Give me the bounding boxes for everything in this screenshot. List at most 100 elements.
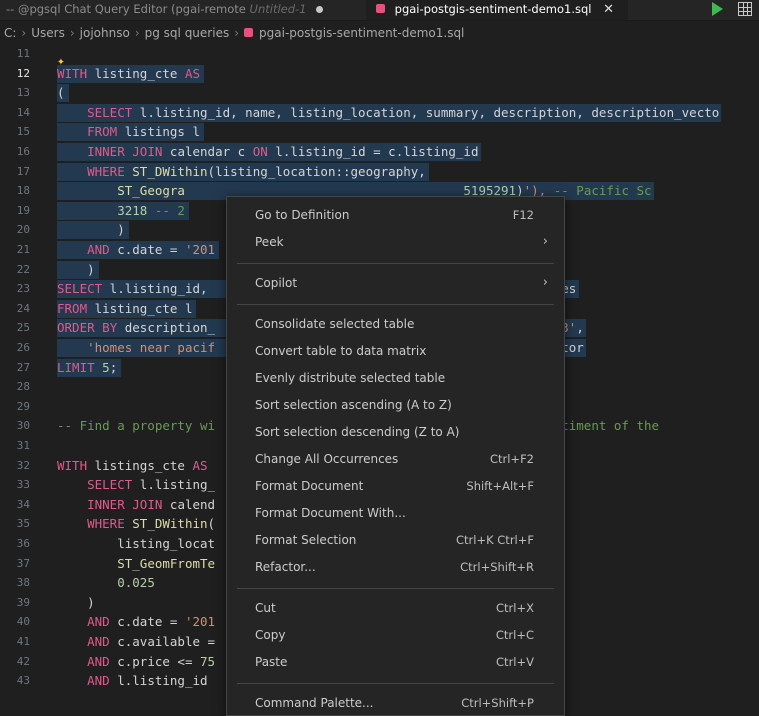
context-menu: Go to Definition F12 Peek › Copilot › Consolid… xyxy=(226,196,565,716)
breadcrumb-file[interactable]: pgai-postgis-sentiment-demo1.sql xyxy=(259,26,464,40)
breadcrumb-drive[interactable]: C: xyxy=(4,26,16,40)
code-text: LIMIT 5; xyxy=(57,359,118,375)
sql-file-icon xyxy=(376,4,385,13)
code-line[interactable]: 13 ( xyxy=(0,83,759,103)
menu-item-refactor[interactable]: Refactor... Ctrl+Shift+R xyxy=(227,555,564,579)
code-text: AND c.available = xyxy=(87,634,216,649)
code-text: FROM listings l xyxy=(87,124,201,140)
menu-item-shortcut: Ctrl+Shift+R xyxy=(460,560,534,574)
code-text: WHERE ST_DWithin(listing_location::geogr… xyxy=(87,163,426,179)
line-number: 28 xyxy=(16,380,30,394)
code-line[interactable]: 11 xyxy=(0,44,759,64)
menu-item-peek[interactable]: Peek › xyxy=(227,230,564,254)
menu-item-shortcut: F12 xyxy=(512,208,534,222)
code-text: ) xyxy=(57,222,125,238)
menu-item-shortcut: Ctrl+X xyxy=(496,601,534,615)
code-text: ST_GeomFromTe xyxy=(117,555,216,571)
menu-item-label: Go to Definition xyxy=(255,208,350,222)
line-number: 38 xyxy=(16,576,30,590)
menu-item-copilot[interactable]: Copilot › xyxy=(227,271,564,295)
menu-item-label: Format Document With... xyxy=(255,506,406,520)
code-text: ) xyxy=(57,261,95,277)
breadcrumb: C: › Users › jojohnso › pg sql queries › pgai-po… xyxy=(0,22,759,44)
menu-item-label: Evenly distribute selected table xyxy=(255,371,446,385)
tab-chat-query-editor-status: Untitled-1 xyxy=(249,2,307,16)
menu-item-format-selection[interactable]: Format Selection Ctrl+K Ctrl+F xyxy=(227,528,564,552)
menu-item-shortcut: Ctrl+V xyxy=(496,655,534,669)
line-number: 34 xyxy=(16,497,30,511)
line-number: 32 xyxy=(16,458,30,472)
breadcrumb-chevron-icon: › xyxy=(134,26,140,40)
code-text: AND c.date = '201 xyxy=(87,242,216,257)
line-number: 16 xyxy=(16,145,30,158)
breadcrumb-chevron-icon: › xyxy=(234,26,240,40)
breadcrumb-chevron-icon: › xyxy=(69,26,75,40)
line-number: 12 xyxy=(16,66,30,80)
tab-sql-file[interactable]: pgai-postgis-sentiment-demo1.sql ✕ xyxy=(366,0,628,20)
menu-item-label: Peek xyxy=(255,235,284,249)
code-line[interactable]: 17 WHERE ST_DWithin(listing_location::ge… xyxy=(0,162,759,182)
menu-item-copy[interactable]: Copy Ctrl+C xyxy=(227,623,564,647)
breadcrumb-user[interactable]: jojohnso xyxy=(80,26,130,40)
line-number: 31 xyxy=(16,439,30,452)
code-text: WITH listing_cte AS xyxy=(57,65,201,81)
code-text: INNER JOIN calendar c ON l.listing_id = … xyxy=(87,144,479,159)
menu-item-command-palette[interactable]: Command Palette... Ctrl+Shift+P xyxy=(227,691,564,715)
line-number: 25 xyxy=(16,321,30,335)
code-text: AND l.listing_id xyxy=(87,673,208,689)
line-number: 14 xyxy=(16,105,30,119)
line-number: 21 xyxy=(16,243,30,256)
menu-item-sort-selection-descending-z-to-a[interactable]: Sort selection descending (Z to A) xyxy=(227,420,564,444)
breadcrumb-users[interactable]: Users xyxy=(31,26,65,40)
code-text: listing_locat xyxy=(57,536,216,551)
code-line[interactable]: 16 INNER JOIN calendar c ON l.listing_id… xyxy=(0,142,759,162)
tab-chat-query-editor[interactable]: -- @pgsql Chat Query Editor (pgai-remote… xyxy=(0,0,360,20)
close-tab-icon[interactable]: ✕ xyxy=(603,2,614,17)
line-number: 33 xyxy=(16,478,30,492)
line-number: 19 xyxy=(16,203,30,217)
line-number: 18 xyxy=(16,184,30,198)
line-number: 35 xyxy=(16,517,30,531)
menu-item-shortcut: Ctrl+F2 xyxy=(489,452,534,466)
menu-item-label: Paste xyxy=(255,655,288,669)
sql-file-icon xyxy=(244,28,254,37)
menu-item-format-document-with[interactable]: Format Document With... xyxy=(227,501,564,525)
menu-item-consolidate-selected-table[interactable]: Consolidate selected table xyxy=(227,312,564,336)
menu-item-label: Format Document xyxy=(255,479,364,493)
line-number: 41 xyxy=(16,635,30,648)
menu-item-label: Cut xyxy=(255,601,276,615)
menu-item-shortcut: Ctrl+C xyxy=(495,628,534,642)
unsaved-dot-icon xyxy=(316,6,324,13)
menu-item-label: Convert table to data matrix xyxy=(255,344,427,358)
code-text: SELECT l.listing_id, name, listing_locat… xyxy=(87,104,720,120)
chevron-right-icon: › xyxy=(542,275,548,290)
code-text: WHERE ST_DWithin( xyxy=(87,516,216,532)
menu-item-convert-table-to-data-matrix[interactable]: Convert table to data matrix xyxy=(227,339,564,363)
menu-item-evenly-distribute-selected-table[interactable]: Evenly distribute selected table xyxy=(227,366,564,390)
code-text: 0.025 xyxy=(117,575,155,591)
line-number: 15 xyxy=(16,125,30,139)
menu-item-shortcut: Shift+Alt+F xyxy=(466,479,534,493)
breadcrumb-folder[interactable]: pg sql queries xyxy=(145,26,230,40)
menu-item-go-to-definition[interactable]: Go to Definition F12 xyxy=(227,203,564,227)
menu-item-label: Sort selection ascending (A to Z) xyxy=(255,398,452,412)
line-number: 20 xyxy=(16,223,30,237)
menu-item-cut[interactable]: Cut Ctrl+X xyxy=(227,596,564,620)
code-line[interactable]: 12 WITH listing_cte AS xyxy=(0,64,759,84)
play-icon[interactable] xyxy=(712,2,723,16)
code-text: ( xyxy=(57,85,65,101)
line-number: 22 xyxy=(16,262,30,276)
code-line[interactable]: 15 FROM listings l xyxy=(0,122,759,142)
menu-item-label: Refactor... xyxy=(255,560,316,574)
table-icon[interactable] xyxy=(738,2,752,16)
menu-item-sort-selection-ascending-a-to-z[interactable]: Sort selection ascending (A to Z) xyxy=(227,393,564,417)
line-number: 24 xyxy=(16,301,30,315)
menu-item-change-all-occurrences[interactable]: Change All Occurrences Ctrl+F2 xyxy=(227,447,564,471)
breadcrumb-chevron-icon: › xyxy=(21,26,27,40)
menu-item-format-document[interactable]: Format Document Shift+Alt+F xyxy=(227,474,564,498)
menu-item-paste[interactable]: Paste Ctrl+V xyxy=(227,650,564,674)
line-number: 39 xyxy=(16,595,30,609)
code-text: 3218 -- 2 xyxy=(117,202,185,218)
code-line[interactable]: 14 SELECT l.listing_id, name, listing_lo… xyxy=(0,103,759,123)
code-text: FROM listing_cte l xyxy=(57,300,193,316)
